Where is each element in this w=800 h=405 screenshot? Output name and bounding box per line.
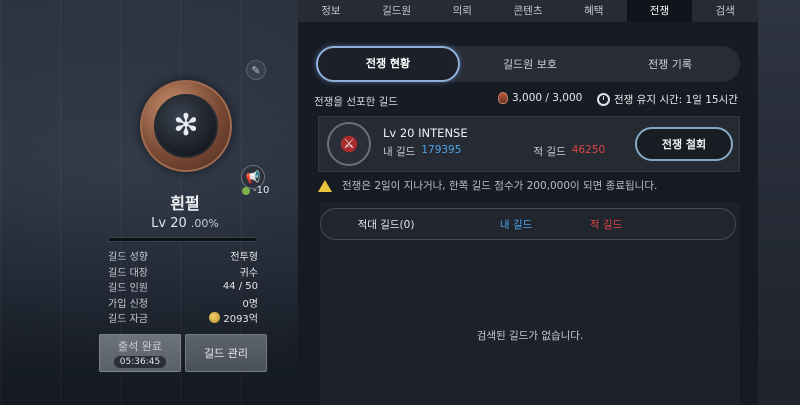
attendance-button[interactable]: 출석 완료 05:36:45 [99,334,181,372]
attendance-timer: 05:36:45 [113,356,167,368]
info-label: 길드 대장 [108,267,148,279]
background-right-edge [755,0,800,405]
my-guild-label: 내 길드 [383,146,416,158]
tab-requests[interactable]: 의뢰 [429,0,495,22]
guild-manage-button[interactable]: 길드 관리 [185,334,267,372]
info-value: 귀수 [239,267,258,279]
war-subtabs: 전쟁 현황 길드원 보호 전쟁 기록 [316,46,740,82]
column-enemy-guild: 적 길드 [589,218,623,231]
info-value: 44 / 50 [222,281,258,293]
war-notice-text: 전쟁은 2일이 지나거나, 한쪽 길드 점수가 200,000이 되면 종료됩니… [342,180,658,192]
info-row: 길드 인원 44 / 50 [108,279,258,295]
enemy-guild-emblem: ⚔ [327,122,371,166]
memo-icon[interactable]: ✎ [246,60,266,80]
declared-guild-label: 전쟁을 선포한 길드 [314,96,398,108]
warning-icon [318,179,332,192]
gold-coin-icon [209,312,221,324]
info-row: 길드 자금 2093억 [108,310,258,326]
guild-info-list: 길드 성향 전투형 길드 대장 귀수 길드 인원 44 / 50 가입 신청 0… [108,248,258,326]
main-tabs: 정보 길드원 의뢰 콘텐츠 혜택 전쟁 검색 [298,0,758,22]
my-guild-score: 179395 [421,144,462,156]
war-guild-card: ⚔ Lv 20 INTENSE 내 길드 179395 적 길드 46250 전… [318,116,740,172]
guild-emblem: ✻ [140,80,232,172]
tab-contents[interactable]: 콘텐츠 [495,0,561,22]
info-value: 0명 [242,298,258,310]
guild-info-panel: ✎ ✻ 📢 -10 흰펄 Lv 20 .00% 길드 성향 전투형 길드 대장 … [0,0,300,405]
info-row: 길드 대장 귀수 [108,264,258,280]
column-hostile-guild: 적대 길드(0) [357,218,415,231]
guild-emblem-inner: ✻ [154,94,218,158]
withdraw-war-button[interactable]: 전쟁 철회 [635,127,733,161]
war-score: 3,000 / 3,000 [498,92,582,104]
subtab-war-status[interactable]: 전쟁 현황 [316,46,460,82]
info-row: 길드 성향 전투형 [108,248,258,264]
tab-benefits[interactable]: 혜택 [561,0,627,22]
info-value: 2093억 [209,310,258,325]
column-my-guild: 내 길드 [499,218,533,231]
info-row: 가입 신청 0명 [108,295,258,311]
info-label: 길드 성향 [108,252,148,264]
subtab-member-protection[interactable]: 길드원 보호 [460,56,600,72]
enemy-guild-label: 적 길드 [533,146,566,158]
info-value: 전투형 [230,252,258,264]
subtab-war-history[interactable]: 전쟁 기록 [600,56,740,72]
table-header: 적대 길드(0) 내 길드 적 길드 [320,208,736,240]
hostile-guild-table: 적대 길드(0) 내 길드 적 길드 검색된 길드가 없습니다. [320,202,740,405]
war-duration: 전쟁 유지 시간: 1일 15시간 [597,92,738,107]
war-notice: 전쟁은 2일이 지나거나, 한쪽 길드 점수가 200,000이 되면 종료됩니… [318,178,657,193]
guild-funds-value: 2093억 [223,314,258,326]
medal-icon [498,92,508,104]
snowflake-icon: ✻ [173,108,199,143]
guild-xp-bar [108,237,258,242]
info-label: 가입 신청 [108,298,148,310]
enemy-guild-name: Lv 20 INTENSE [383,126,468,140]
guild-level-value: 20 [170,216,187,231]
enemy-guild-score: 46250 [571,144,606,156]
war-score-row: 내 길드 179395 적 길드 46250 [383,144,605,159]
guild-level-prefix: Lv [151,216,167,231]
tab-war[interactable]: 전쟁 [626,0,693,22]
war-score-value: 3,000 / 3,000 [512,92,583,104]
score-spacer [467,144,527,159]
war-duration-text: 전쟁 유지 시간: 1일 15시간 [614,94,738,106]
tab-members[interactable]: 길드원 [364,0,430,22]
info-label: 길드 인원 [108,283,148,295]
clock-icon [597,93,610,106]
info-label: 길드 자금 [108,314,148,326]
tab-search[interactable]: 검색 [692,0,758,22]
tab-info[interactable]: 정보 [298,0,364,22]
attendance-label: 출석 완료 [118,340,162,353]
guild-war-panel: 정보 길드원 의뢰 콘텐츠 혜택 전쟁 검색 전쟁 현황 길드원 보호 전쟁 기… [298,0,758,405]
guild-xp-percent: .00% [190,217,219,230]
empty-message: 검색된 길드가 없습니다. [476,330,584,342]
